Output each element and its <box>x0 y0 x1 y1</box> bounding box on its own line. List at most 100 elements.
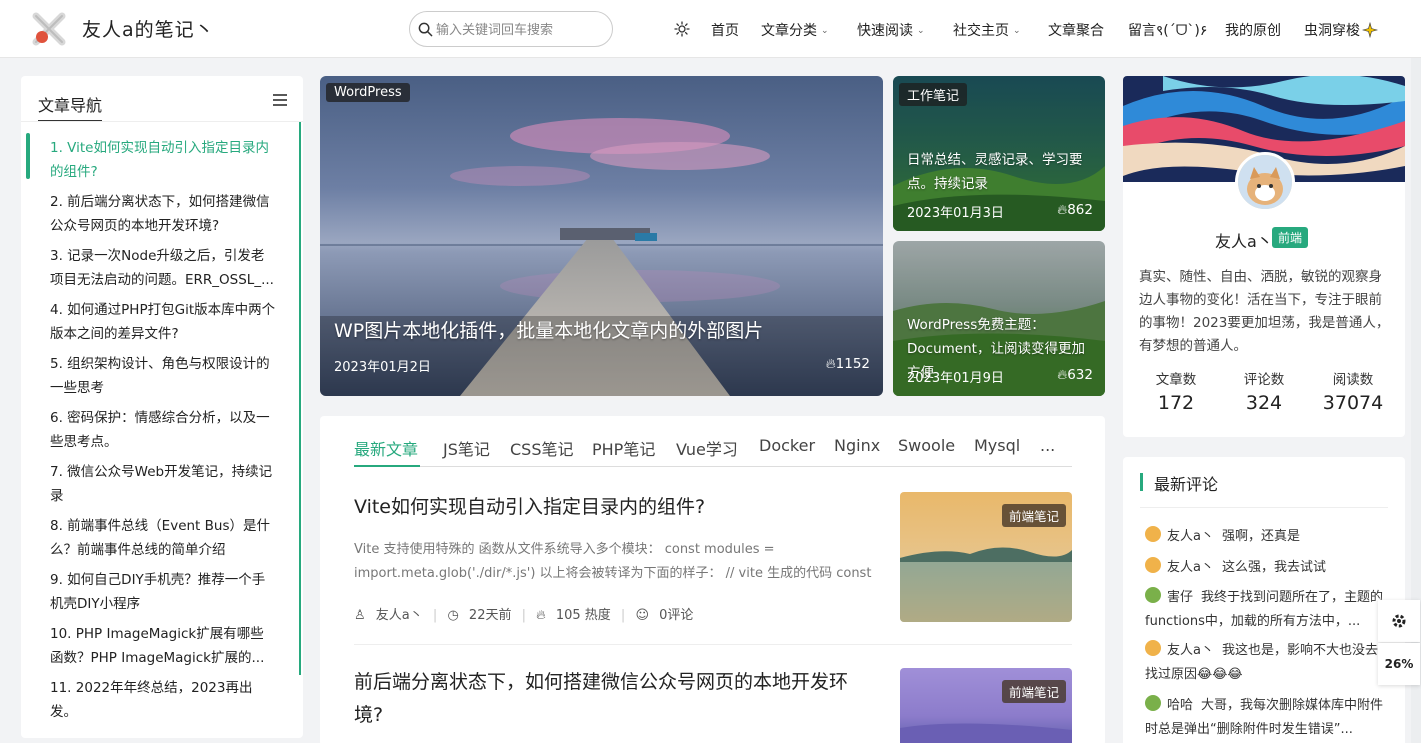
category-badge[interactable]: 前端笔记 <box>1001 504 1066 527</box>
profile-name: 友人a丶 <box>1215 232 1273 251</box>
article-toc-card: 文章导航 1. Vite如何实现自动引入指定目录内的组件? 2. 前后端分离状态… <box>21 76 303 738</box>
tab-php[interactable]: PHP笔记 <box>592 436 655 460</box>
toc-item[interactable]: 3. 记录一次Node升级之后，引发老项目无法启动的问题。ERR_OSSL_..… <box>50 244 276 298</box>
toc-item[interactable]: 10. PHP ImageMagick扩展有哪些函数？PHP ImageMagi… <box>50 622 276 676</box>
nav-home[interactable]: 首页 <box>711 20 739 40</box>
chevron-down-icon: ⌄ <box>821 26 829 36</box>
stat-value: 324 <box>1245 392 1283 414</box>
comment-author[interactable]: 友人a丶 <box>1167 560 1214 575</box>
article-title[interactable]: Vite如何实现自动引入指定目录内的组件? <box>354 492 705 519</box>
toc-item[interactable]: 4. 如何通过PHP打包Git版本库中两个版本之间的差异文件? <box>50 298 276 352</box>
author-name[interactable]: 友人a丶 <box>376 608 423 623</box>
divider <box>1140 507 1388 508</box>
chevron-down-icon: ⌄ <box>1013 26 1021 36</box>
comment-item[interactable]: 友人a丶 我这也是，影响不大也没去找过原因😂😂😂 <box>1145 639 1385 687</box>
recent-comments-card: 最新评论 友人a丶 强啊，还真是 友人a丶 这么强，我去试试 害仔 我终于找到问题所在… <box>1123 457 1405 743</box>
featured-title[interactable]: WP图片本地化插件，批量本地化文章内的外部图片 <box>334 316 763 343</box>
tab-nginx[interactable]: Nginx <box>834 436 880 455</box>
comment-text: 这么强，我去试试 <box>1221 560 1326 575</box>
flame-icon: 🔥︎ <box>1057 367 1068 383</box>
avatar[interactable] <box>1235 152 1295 212</box>
comment-item[interactable]: 害仔 我终于找到问题所在了，主题的functions中，加载的所有方法中，... <box>1145 586 1385 634</box>
user-avatar-icon <box>1145 557 1161 573</box>
comment-author[interactable]: 友人a丶 <box>1167 529 1214 544</box>
toc-item[interactable]: 5. 组织架构设计、角色与权限设计的一些思考 <box>50 352 276 406</box>
nav-aggregate[interactable]: 文章聚合 <box>1048 20 1104 40</box>
toc-scroll-rail[interactable] <box>299 122 301 675</box>
tab-swoole[interactable]: Swoole <box>898 436 955 455</box>
nav-label: 文章分类 <box>761 23 817 39</box>
toc-item[interactable]: 6. 密码保护：情感综合分析，以及一些思考点。 <box>50 406 276 460</box>
tab-vue[interactable]: Vue学习 <box>676 436 738 460</box>
nav-guestbook[interactable]: 留言९(ˊᗜˋ)۶ <box>1128 20 1207 40</box>
flame-icon: 🔥︎ <box>536 608 546 623</box>
settings-button[interactable] <box>1378 600 1420 642</box>
comment-author[interactable]: 哈哈 <box>1167 698 1193 713</box>
tab-latest[interactable]: 最新文章 <box>354 436 418 460</box>
user-avatar-icon <box>1145 640 1161 656</box>
featured-side-post[interactable]: 工作笔记 日常总结、灵感记录、学习要点。持续记录 2023年01月3日 🔥︎86… <box>893 76 1105 231</box>
featured-side-post[interactable]: WordPress免费主题：Document，让阅读变得更加方便 2023年01… <box>893 241 1105 396</box>
article-thumbnail[interactable]: 前端笔记 <box>900 668 1072 743</box>
menu-icon[interactable] <box>272 93 288 107</box>
meta-divider: | <box>620 608 626 623</box>
nav-label: 虫洞穿梭 <box>1304 23 1360 39</box>
meta-divider: | <box>521 608 526 623</box>
category-badge[interactable]: WordPress <box>326 83 410 102</box>
site-logo-icon[interactable] <box>32 12 66 46</box>
post-date: 2023年01月9日 <box>907 371 1004 386</box>
featured-main-post[interactable]: WordPress WP图片本地化插件，批量本地化文章内的外部图片 2023年0… <box>320 76 883 396</box>
section-title: 最新评论 <box>1154 475 1219 494</box>
tab-more[interactable]: ... <box>1040 436 1055 455</box>
comment-author[interactable]: 友人a丶 <box>1167 643 1214 658</box>
flame-icon: 🔥︎ <box>1057 202 1068 218</box>
toc-list: 1. Vite如何实现自动引入指定目录内的组件? 2. 前后端分离状态下，如何搭… <box>50 136 276 730</box>
user-avatar-icon <box>1145 587 1161 603</box>
nav-quick-read[interactable]: 快速阅读 ⌄ <box>857 20 925 40</box>
heat-value: 862 <box>1067 202 1093 218</box>
toc-item[interactable]: 8. 前端事件总线（Event Bus）是什么？前端事件总线的简单介绍 <box>50 514 276 568</box>
toc-title: 文章导航 <box>38 96 103 115</box>
tab-mysql[interactable]: Mysql <box>974 436 1020 455</box>
nav-social[interactable]: 社交主页 ⌄ <box>953 20 1021 40</box>
section-accent-bar <box>1140 473 1143 491</box>
theme-toggle-sun-icon[interactable] <box>674 21 690 37</box>
category-badge[interactable]: 工作笔记 <box>899 83 968 106</box>
comment-author[interactable]: 害仔 <box>1167 590 1193 605</box>
nav-label: 快速阅读 <box>857 23 913 39</box>
toc-item[interactable]: 2. 前后端分离状态下，如何搭建微信公众号网页的本地开发环境? <box>50 190 276 244</box>
tab-css[interactable]: CSS笔记 <box>510 436 574 460</box>
search-icon <box>418 22 433 37</box>
profile-card: 友人a丶 前端 真实、随性、自由、洒脱，敏锐的观察身边人事物的变化！活在当下，专… <box>1123 76 1405 437</box>
heat-value: 105 热度 <box>555 608 611 623</box>
nav-originals[interactable]: 我的原创 <box>1225 20 1281 40</box>
nav-label: 社交主页 <box>953 23 1009 39</box>
toc-item[interactable]: 1. Vite如何实现自动引入指定目录内的组件? <box>50 136 276 190</box>
toc-item[interactable]: 11. 2022年年终总结，2023再出发。 <box>50 676 276 730</box>
article-thumbnail[interactable]: 前端笔记 <box>900 492 1072 622</box>
comment-item[interactable]: 友人a丶 强啊，还真是 <box>1145 525 1385 549</box>
search-box[interactable] <box>409 11 613 47</box>
user-icon: ♙︎ <box>354 608 366 623</box>
search-input[interactable] <box>436 20 606 40</box>
article-title[interactable]: 前后端分离状态下，如何搭建微信公众号网页的本地开发环境? <box>354 666 874 732</box>
comment-icon: ☺︎ <box>635 608 650 623</box>
featured-title[interactable]: 日常总结、灵感记录、学习要点。持续记录 <box>907 148 1097 196</box>
profile-tag: 前端 <box>1272 227 1309 248</box>
nav-label: 留言९(ˊᗜˋ)۶ <box>1128 23 1208 39</box>
toc-item[interactable]: 7. 微信公众号Web开发笔记，持续记录 <box>50 460 276 514</box>
toc-item[interactable]: 9. 如何自己DIY手机壳？推荐一个手机壳DIY小程序 <box>50 568 276 622</box>
scroll-progress-value: 26% <box>1384 657 1414 671</box>
comment-count[interactable]: 0评论 <box>659 608 693 623</box>
nav-wormhole[interactable]: 虫洞穿梭 <box>1304 20 1379 40</box>
tab-docker[interactable]: Docker <box>759 436 815 455</box>
comment-item[interactable]: 哈哈 大哥，我每次删除媒体库中附件时总是弹出“删除附件时发生错误”... <box>1145 694 1385 742</box>
category-badge[interactable]: 前端笔记 <box>1001 680 1066 703</box>
divider <box>354 644 1072 645</box>
tab-js[interactable]: JS笔记 <box>443 436 490 460</box>
comment-item[interactable]: 友人a丶 这么强，我去试试 <box>1145 556 1385 580</box>
post-time: 22天前 <box>468 608 512 623</box>
nav-categories[interactable]: 文章分类 ⌄ <box>761 20 829 40</box>
scroll-progress-button[interactable]: 26% <box>1378 643 1420 685</box>
site-name[interactable]: 友人a的笔记丶 <box>82 15 215 42</box>
